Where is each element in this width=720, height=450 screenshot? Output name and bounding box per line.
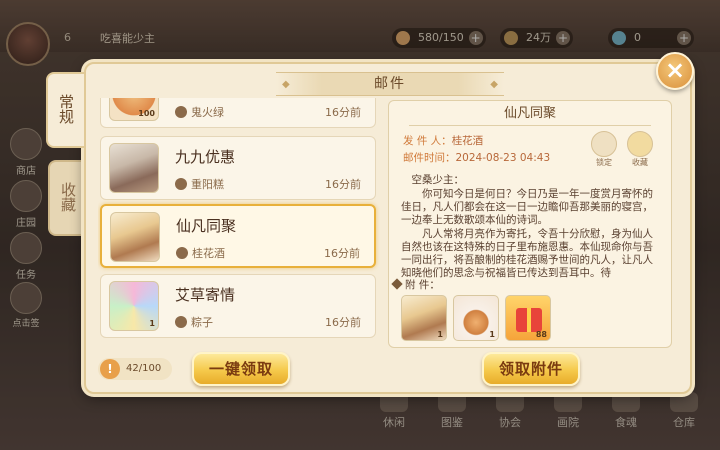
mail-sender: 桂花酒 (192, 247, 225, 260)
lock-button[interactable]: 锁定 (589, 131, 619, 168)
mail-title: 艾草寄情 (175, 286, 236, 304)
dialog-title-bar: ◆ 邮件 ◆ (276, 72, 504, 96)
mail-item-selected[interactable]: 仙凡同聚 桂花酒 16分前 (100, 204, 376, 268)
attachment-diamond-icon (391, 278, 403, 290)
rainbow-token-icon: 1 (109, 281, 159, 331)
mail-list[interactable]: 100 鬼火绿 16分前 九九优惠 重阳糕 16分前 仙凡同聚 桂花酒 16分前… (98, 98, 380, 342)
mail-detail-panel: 仙凡同聚 发 件 人：桂花酒 邮件时间：2024-08-23 04:43 锁定 … (388, 100, 672, 348)
lock-label: 锁定 (596, 158, 612, 167)
tab-favorites[interactable]: 收藏 (48, 160, 86, 236)
warning-icon: ! (100, 359, 120, 379)
time-value: 2024-08-23 04:43 (455, 152, 551, 164)
food-icon: 100 (109, 98, 159, 121)
character-card-icon[interactable]: 1 (401, 295, 447, 341)
sender-icon (175, 316, 187, 328)
character-portrait (110, 212, 160, 262)
detail-title: 仙凡同聚 (503, 106, 556, 121)
mail-paragraph: 凡人常将月亮作为寄托，令吾十分欣慰，身为仙人自然也该在这特殊的日子里布施恩惠。本… (401, 228, 653, 279)
claim-all-button[interactable]: 一键领取 (192, 352, 290, 386)
close-button[interactable]: × (656, 52, 694, 90)
star-icon (627, 131, 653, 157)
mail-item[interactable]: 100 鬼火绿 16分前 (100, 98, 376, 128)
mail-item[interactable]: 九九优惠 重阳糕 16分前 (100, 136, 376, 200)
sender-icon (176, 247, 188, 259)
gift-box-icon[interactable]: 88 (505, 295, 551, 341)
collect-label: 收藏 (632, 158, 648, 167)
mail-time: 16分前 (325, 316, 361, 329)
mooncake-dish-icon[interactable]: 1 (453, 295, 499, 341)
attachment-count: 1 (437, 330, 443, 339)
mail-salutation: 空桑少主： (411, 174, 465, 186)
sender-icon (175, 106, 187, 118)
lock-icon (591, 131, 617, 157)
attachment-count: 1 (489, 330, 495, 339)
tab-regular[interactable]: 常规 (46, 72, 84, 148)
sender-icon (175, 178, 187, 190)
time-label: 邮件时间： (403, 152, 456, 164)
mail-item[interactable]: 1 艾草寄情 粽子 16分前 (100, 274, 376, 338)
close-icon: × (664, 56, 686, 84)
ornament-right-icon: ◆ (490, 79, 498, 90)
divider (409, 125, 651, 126)
time-row: 邮件时间：2024-08-23 04:43 (403, 150, 550, 165)
dialog-title: 邮件 (374, 76, 406, 92)
sender-row: 发 件 人：桂花酒 (403, 133, 483, 148)
item-count: 1 (149, 319, 155, 328)
sender-value: 桂花酒 (451, 135, 484, 147)
tab-regular-label: 常规 (57, 94, 75, 124)
attachments-label: 附 件： (405, 279, 440, 291)
mail-time: 16分前 (325, 178, 361, 191)
character-portrait (109, 143, 159, 193)
mail-title: 仙凡同聚 (176, 217, 237, 235)
tab-favorites-label: 收藏 (59, 182, 77, 212)
mail-sender: 鬼火绿 (191, 106, 224, 119)
sender-label: 发 件 人： (403, 135, 452, 147)
claim-attachment-button[interactable]: 领取附件 (482, 352, 580, 386)
mail-sender: 重阳糕 (191, 178, 224, 191)
attachment-count: 88 (535, 330, 547, 339)
collect-button[interactable]: 收藏 (625, 131, 655, 168)
mail-time: 16分前 (324, 247, 360, 260)
mail-counter: ! 42/100 (98, 358, 172, 380)
mail-count-value: 42/100 (126, 363, 162, 374)
mail-time: 16分前 (325, 106, 361, 119)
item-count: 100 (138, 109, 155, 118)
mail-title: 九九优惠 (175, 148, 236, 166)
mail-body: 空桑少主： 你可知今日是何日？今日乃是一年一度赏月寄怀的佳日，凡人们都会在这一日… (401, 173, 663, 280)
mail-paragraph: 你可知今日是何日？今日乃是一年一度赏月寄怀的佳日，凡人们都会在这一日一边瞻仰吾那… (401, 188, 653, 226)
mail-sender: 粽子 (191, 316, 213, 329)
